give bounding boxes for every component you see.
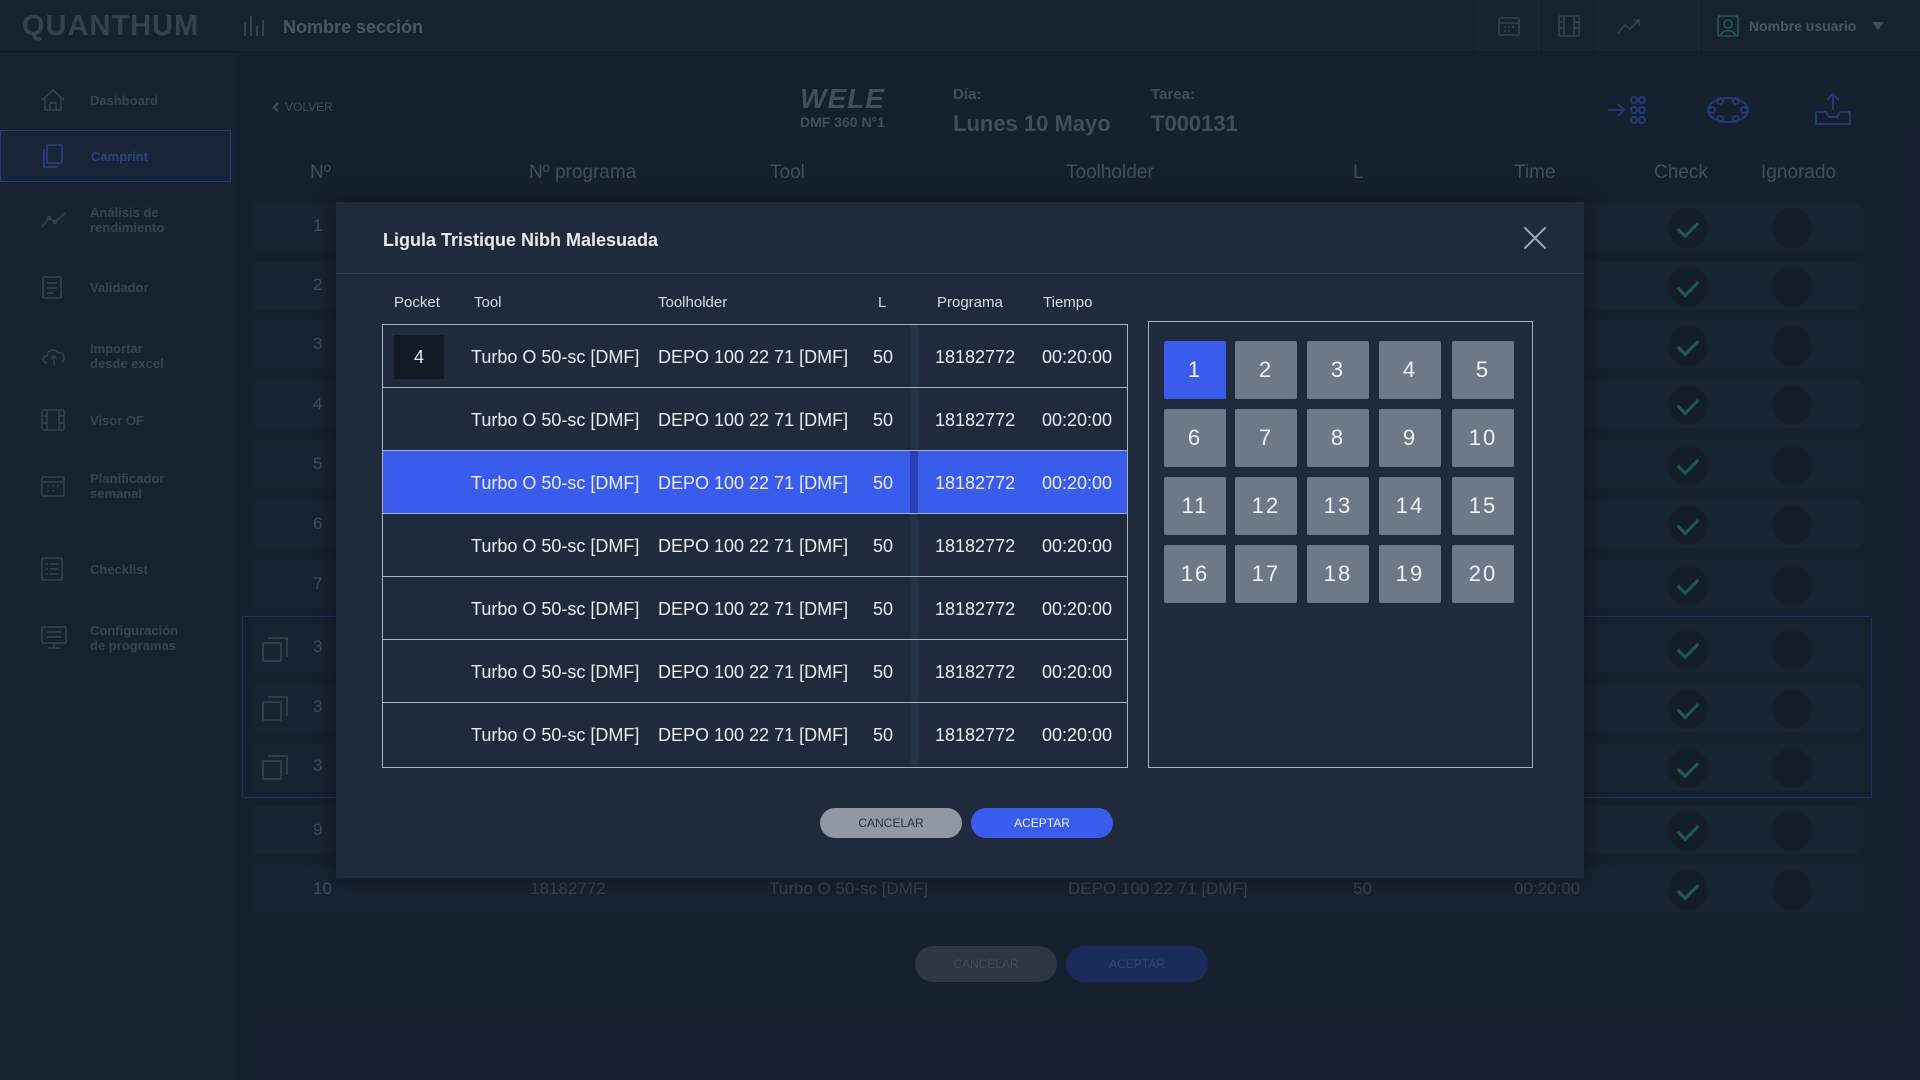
tiempo-cell: 00:20:00	[1042, 410, 1113, 430]
pocket-button[interactable]: 17	[1235, 545, 1297, 603]
programa-cell: 18182772	[935, 599, 1016, 619]
tool-cell: Turbo O 50-sc [DMF]	[471, 473, 640, 493]
toolholder-cell: DEPO 100 22 71 [DMF]	[658, 473, 849, 493]
pocket-value[interactable]: 4	[394, 335, 444, 379]
pocket-button[interactable]: 2	[1235, 341, 1297, 399]
pocket-button[interactable]: 19	[1379, 545, 1441, 603]
pocket-button[interactable]: 9	[1379, 409, 1441, 467]
l-cell: 50	[873, 410, 894, 430]
pocket-button[interactable]: 13	[1307, 477, 1369, 535]
col-header-toolholder: Toolholder	[658, 294, 728, 311]
toolholder-cell: DEPO 100 22 71 [DMF]	[658, 725, 849, 745]
col-header-pocket: Pocket	[394, 294, 440, 311]
programa-cell: 18182772	[935, 473, 1016, 493]
col-header-tool: Tool	[474, 294, 502, 311]
modal-title: Ligula Tristique Nibh Malesuada	[383, 230, 659, 250]
table-row[interactable]: Turbo O 50-sc [DMF] DEPO 100 22 71 [DMF]…	[383, 640, 1127, 703]
tiempo-cell: 00:20:00	[1042, 662, 1113, 682]
col-header-l: L	[878, 294, 887, 311]
close-icon[interactable]	[1522, 225, 1548, 251]
tool-cell: Turbo O 50-sc [DMF]	[471, 725, 640, 745]
pocket-button[interactable]: 20	[1452, 545, 1514, 603]
l-cell: 50	[873, 536, 894, 556]
toolholder-cell: DEPO 100 22 71 [DMF]	[658, 347, 849, 367]
table-row[interactable]: Turbo O 50-sc [DMF] DEPO 100 22 71 [DMF]…	[383, 388, 1127, 451]
programa-cell: 18182772	[935, 725, 1016, 745]
tool-cell: Turbo O 50-sc [DMF]	[471, 599, 640, 619]
pocket-button[interactable]: 3	[1307, 341, 1369, 399]
modal-header: Ligula Tristique Nibh Malesuada	[336, 202, 1584, 274]
table-row[interactable]: 4 Turbo O 50-sc [DMF] DEPO 100 22 71 [DM…	[383, 325, 1127, 388]
table-row[interactable]: Turbo O 50-sc [DMF] DEPO 100 22 71 [DMF]…	[383, 577, 1127, 640]
pocket-assign-modal: Ligula Tristique Nibh Malesuada Pocket T…	[336, 202, 1584, 878]
l-cell: 50	[873, 473, 894, 493]
pocket-button[interactable]: 8	[1307, 409, 1369, 467]
pocket-grid: 1 2 3 4 5 6 7 8 9 10 11 12 13 14 15 16 1…	[1148, 321, 1533, 768]
table-row[interactable]: Turbo O 50-sc [DMF] DEPO 100 22 71 [DMF]…	[383, 703, 1127, 766]
pocket-button[interactable]: 7	[1235, 409, 1297, 467]
tiempo-cell: 00:20:00	[1042, 725, 1113, 745]
pocket-button[interactable]: 4	[1379, 341, 1441, 399]
tiempo-cell: 00:20:00	[1042, 536, 1113, 556]
table-row-selected[interactable]: Turbo O 50-sc [DMF] DEPO 100 22 71 [DMF]…	[383, 451, 1127, 514]
pocket-button[interactable]: 15	[1452, 477, 1514, 535]
tool-cell: Turbo O 50-sc [DMF]	[471, 410, 640, 430]
pocket-button[interactable]: 16	[1164, 545, 1226, 603]
tiempo-cell: 00:20:00	[1042, 473, 1113, 493]
col-header-programa: Programa	[937, 294, 1003, 311]
pocket-button[interactable]: 18	[1307, 545, 1369, 603]
tiempo-cell: 00:20:00	[1042, 599, 1113, 619]
tiempo-cell: 00:20:00	[1042, 347, 1113, 367]
toolholder-cell: DEPO 100 22 71 [DMF]	[658, 410, 849, 430]
l-cell: 50	[873, 662, 894, 682]
modal-cancel-button[interactable]: CANCELAR	[820, 808, 962, 838]
tool-cell: Turbo O 50-sc [DMF]	[471, 662, 640, 682]
pocket-button[interactable]: 10	[1452, 409, 1514, 467]
modal-accept-button[interactable]: ACEPTAR	[971, 808, 1113, 838]
tool-cell: Turbo O 50-sc [DMF]	[471, 347, 640, 367]
pocket-button[interactable]: 12	[1235, 477, 1297, 535]
programa-cell: 18182772	[935, 410, 1016, 430]
programa-cell: 18182772	[935, 662, 1016, 682]
pocket-button-selected[interactable]: 1	[1164, 341, 1226, 399]
tool-table: 4 Turbo O 50-sc [DMF] DEPO 100 22 71 [DM…	[382, 324, 1128, 768]
l-cell: 50	[873, 347, 894, 367]
tool-cell: Turbo O 50-sc [DMF]	[471, 536, 640, 556]
table-row[interactable]: Turbo O 50-sc [DMF] DEPO 100 22 71 [DMF]…	[383, 514, 1127, 577]
l-cell: 50	[873, 725, 894, 745]
toolholder-cell: DEPO 100 22 71 [DMF]	[658, 662, 849, 682]
toolholder-cell: DEPO 100 22 71 [DMF]	[658, 599, 849, 619]
pocket-button[interactable]: 6	[1164, 409, 1226, 467]
pocket-button[interactable]: 5	[1452, 341, 1514, 399]
toolholder-cell: DEPO 100 22 71 [DMF]	[658, 536, 849, 556]
pocket-button[interactable]: 14	[1379, 477, 1441, 535]
l-cell: 50	[873, 599, 894, 619]
pocket-button[interactable]: 11	[1164, 477, 1226, 535]
col-header-tiempo: Tiempo	[1043, 294, 1093, 311]
programa-cell: 18182772	[935, 347, 1016, 367]
programa-cell: 18182772	[935, 536, 1016, 556]
